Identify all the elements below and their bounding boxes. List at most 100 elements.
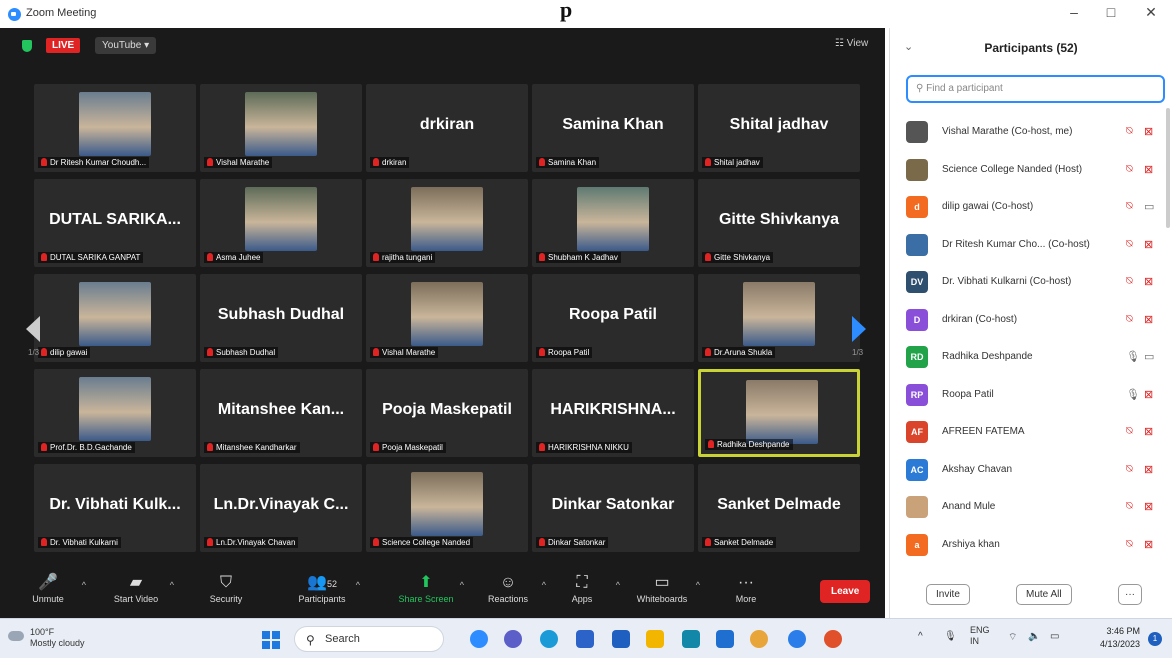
stream-dropdown[interactable]: YouTube ▾ — [95, 37, 157, 54]
zoom-app-icon[interactable] — [470, 630, 488, 648]
video-tile[interactable]: Samina Khan Samina Khan — [532, 84, 694, 172]
wifi-icon[interactable]: ⌔ — [1008, 631, 1017, 644]
video-off-icon[interactable]: ⊠ — [1144, 275, 1153, 288]
participant-row[interactable]: AF AFREEN FATEMA ⍉ ⊠ — [902, 414, 1170, 451]
video-off-icon[interactable]: ⊠ — [1144, 538, 1153, 551]
chevron-up-icon[interactable]: ^ — [616, 580, 620, 590]
battery-icon[interactable]: ▭ — [1050, 631, 1059, 642]
app-l-icon[interactable] — [682, 630, 700, 648]
video-tile[interactable]: Science College Nanded — [366, 464, 528, 552]
participant-row[interactable]: RP Roopa Patil 🎙 ⊠ — [902, 377, 1170, 414]
video-tile[interactable]: Radhika Deshpande — [698, 369, 860, 457]
chat-app-icon[interactable] — [504, 630, 522, 648]
participant-row[interactable]: Vishal Marathe (Co-host, me) ⍉ ⊠ — [902, 114, 1170, 151]
video-tile[interactable]: rajitha tungani — [366, 179, 528, 267]
video-tile[interactable]: drkiran drkiran — [366, 84, 528, 172]
mute-all-button[interactable]: Mute All — [1016, 584, 1072, 605]
video-tile[interactable]: Ln.Dr.Vinayak C... Ln.Dr.Vinayak Chavan — [200, 464, 362, 552]
chat-bubble-icon[interactable] — [788, 630, 806, 648]
clock[interactable]: 3:46 PM 4/13/2023 — [1070, 625, 1140, 651]
language-indicator[interactable]: ENG IN — [970, 625, 990, 647]
video-tile[interactable]: Roopa Patil Roopa Patil — [532, 274, 694, 362]
video-tile[interactable]: DUTAL SARIKA... DUTAL SARIKA GANPAT — [34, 179, 196, 267]
video-off-icon[interactable]: ⊠ — [1144, 500, 1153, 513]
video-tile[interactable]: Subhash Dudhal Subhash Dudhal — [200, 274, 362, 362]
chevron-up-icon[interactable]: ^ — [356, 580, 360, 590]
video-icon[interactable]: ▭ — [1144, 200, 1154, 213]
video-tile[interactable]: Asma Juhee — [200, 179, 362, 267]
chevron-up-icon[interactable]: ^ — [918, 631, 923, 642]
participant-row[interactable]: d dilip gawai (Co-host) ⍉ ▭ — [902, 189, 1170, 226]
view-button[interactable]: ☷ View — [835, 38, 868, 49]
minimize-button[interactable]: – — [1064, 4, 1084, 20]
participant-row[interactable]: RD Radhika Deshpande 🎙 ▭ — [902, 339, 1170, 376]
video-icon[interactable]: ▭ — [1144, 350, 1154, 363]
video-tile[interactable]: Vishal Marathe — [366, 274, 528, 362]
live-badge[interactable]: LIVE — [46, 38, 81, 53]
weather-widget[interactable]: 100°F Mostly cloudy — [30, 627, 85, 649]
notification-badge[interactable]: 1 — [1148, 632, 1162, 646]
unmute-button[interactable]: 🎤 Unmute ^ — [8, 572, 88, 604]
muted-mic-icon[interactable]: ⍉ — [1126, 313, 1133, 326]
microphone-icon[interactable]: 🎙 — [944, 631, 957, 642]
participant-row[interactable]: Dr Ritesh Kumar Cho... (Co-host) ⍉ ⊠ — [902, 227, 1170, 264]
taskbar-search-input[interactable]: ⚲ Search — [294, 626, 444, 652]
more-button[interactable]: ··· More — [706, 572, 786, 604]
muted-mic-icon[interactable]: ⍉ — [1126, 538, 1133, 551]
mail-app-icon[interactable] — [612, 630, 630, 648]
participant-row[interactable]: Anand Mule ⍉ ⊠ — [902, 489, 1170, 526]
video-tile[interactable]: Dinkar Satonkar Dinkar Satonkar — [532, 464, 694, 552]
leave-button[interactable]: Leave — [820, 580, 871, 603]
video-tile[interactable]: Gitte Shivkanya Gitte Shivkanya — [698, 179, 860, 267]
panel-scrollbar[interactable] — [1166, 108, 1170, 228]
participant-row[interactable]: AC Akshay Chavan ⍉ ⊠ — [902, 452, 1170, 489]
muted-mic-icon[interactable]: ⍉ — [1126, 500, 1133, 513]
volume-icon[interactable]: 🔈 — [1028, 631, 1040, 642]
muted-mic-icon[interactable]: ⍉ — [1126, 463, 1133, 476]
next-page-arrow-icon[interactable] — [852, 316, 866, 342]
share-screen-button[interactable]: ⬆ Share Screen ^ — [386, 572, 466, 604]
video-off-icon[interactable]: ⊠ — [1144, 425, 1153, 438]
participant-row[interactable]: a Arshiya khan ⍉ ⊠ — [902, 527, 1170, 564]
chevron-up-icon[interactable]: ^ — [82, 580, 86, 590]
video-off-icon[interactable]: ⊠ — [1144, 313, 1153, 326]
chevron-up-icon[interactable]: ^ — [696, 580, 700, 590]
previous-page-arrow-icon[interactable] — [26, 316, 40, 342]
video-off-icon[interactable]: ⊠ — [1144, 163, 1153, 176]
chevron-up-icon[interactable]: ^ — [460, 580, 464, 590]
video-off-icon[interactable]: ⊠ — [1144, 388, 1153, 401]
apps-button[interactable]: ⛶ Apps ^ — [542, 572, 622, 604]
video-off-icon[interactable]: ⊠ — [1144, 463, 1153, 476]
maximize-button[interactable]: □ — [1101, 4, 1121, 20]
start-button-icon[interactable] — [262, 631, 280, 649]
start-video-button[interactable]: ▰ Start Video ^ — [96, 572, 176, 604]
video-tile[interactable]: Shital jadhav Shital jadhav — [698, 84, 860, 172]
chrome-browser-icon[interactable] — [750, 630, 768, 648]
panel-more-button[interactable]: ··· — [1118, 584, 1142, 605]
video-tile[interactable]: Pooja Maskepatil Pooja Maskepatil — [366, 369, 528, 457]
outlook-icon[interactable] — [716, 630, 734, 648]
video-tile[interactable]: Dr.Aruna Shukla — [698, 274, 860, 362]
mic-icon[interactable]: 🎙 — [1126, 350, 1140, 363]
security-shield-icon[interactable] — [22, 40, 32, 52]
video-tile[interactable]: Dr. Vibhati Kulk... Dr. Vibhati Kulkarni — [34, 464, 196, 552]
invite-button[interactable]: Invite — [926, 584, 970, 605]
muted-mic-icon[interactable]: ⍉ — [1126, 200, 1133, 213]
reactions-button[interactable]: ☺ Reactions ^ — [468, 572, 548, 604]
participant-row[interactable]: DV Dr. Vibhati Kulkarni (Co-host) ⍉ ⊠ — [902, 264, 1170, 301]
chevron-up-icon[interactable]: ^ — [170, 580, 174, 590]
participants-button[interactable]: 👥52 Participants ^ — [282, 572, 362, 604]
video-tile[interactable]: Mitanshee Kan... Mitanshee Kandharkar — [200, 369, 362, 457]
video-tile[interactable]: Shubham K Jadhav — [532, 179, 694, 267]
video-tile[interactable]: Vishal Marathe — [200, 84, 362, 172]
video-tile[interactable]: Prof.Dr. B.D.Gachande — [34, 369, 196, 457]
muted-mic-icon[interactable]: ⍉ — [1126, 425, 1133, 438]
muted-mic-icon[interactable]: ⍉ — [1126, 275, 1133, 288]
whiteboards-button[interactable]: ▭ Whiteboards ^ — [622, 572, 702, 604]
video-tile[interactable]: Dr Ritesh Kumar Choudh... — [34, 84, 196, 172]
participant-row[interactable]: Ddrkiran (Co-host) ⍉ ⊠ — [902, 302, 1170, 339]
muted-mic-icon[interactable]: ⍉ — [1126, 125, 1133, 138]
participant-search-input[interactable]: ⚲ Find a participant — [906, 75, 1165, 103]
file-explorer-icon[interactable] — [646, 630, 664, 648]
video-off-icon[interactable]: ⊠ — [1144, 125, 1153, 138]
